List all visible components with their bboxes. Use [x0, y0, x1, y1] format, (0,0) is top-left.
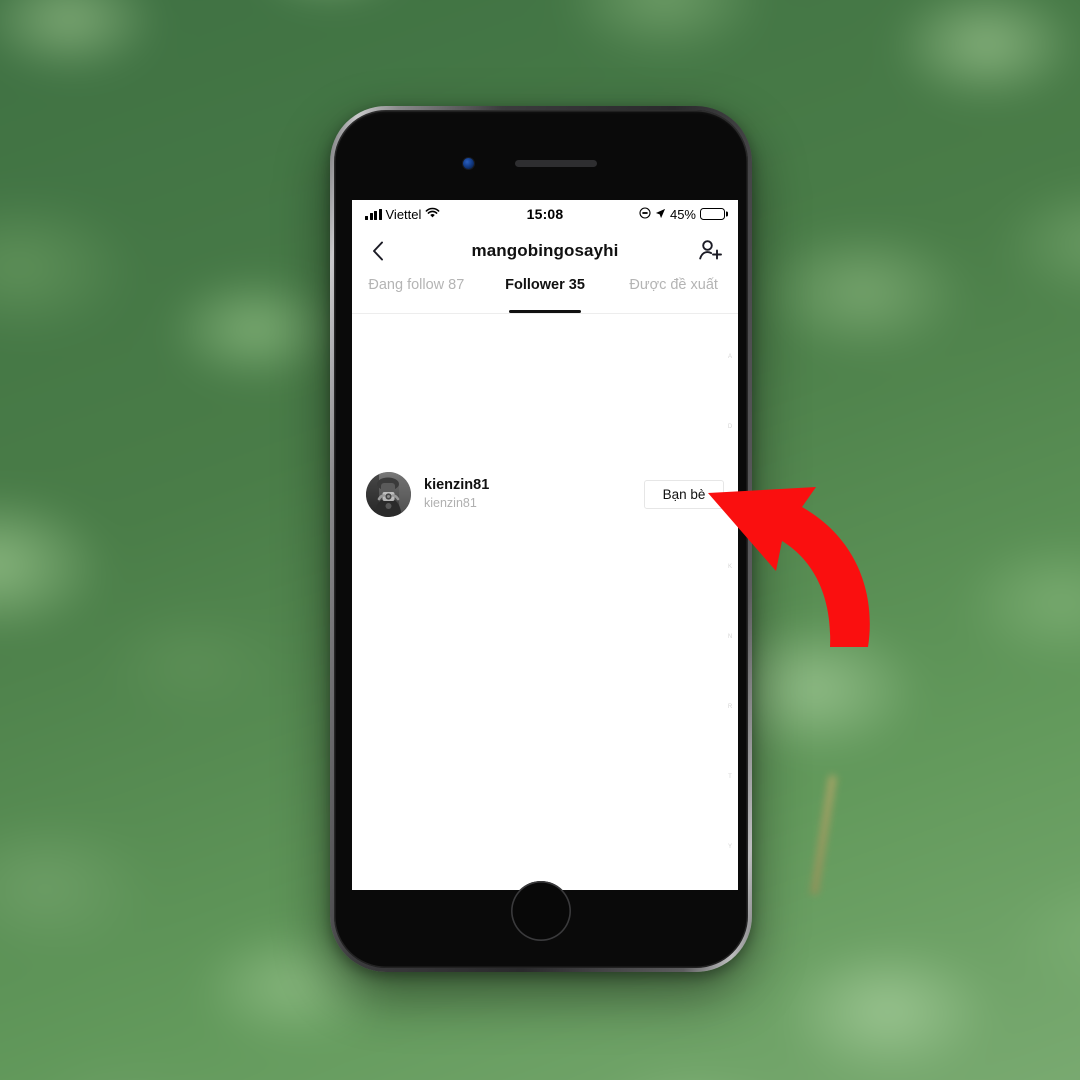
- avatar[interactable]: [366, 471, 411, 517]
- list-top-spacer: [352, 314, 738, 461]
- phone-screen: Viettel 15:08 45% mangobingosayhi Đang f…: [352, 200, 738, 890]
- index-letter[interactable]: N: [728, 634, 732, 640]
- wifi-icon: [425, 207, 440, 222]
- alphabet-index-scrubber[interactable]: A D H K N R T Y: [725, 322, 735, 882]
- front-camera-lens-icon: [463, 158, 474, 169]
- tab-bar: Đang follow 87 Follower 35 Được đề xuất: [352, 274, 738, 314]
- index-letter[interactable]: D: [728, 424, 732, 430]
- add-person-icon[interactable]: [696, 237, 724, 265]
- index-letter[interactable]: R: [728, 704, 732, 710]
- low-power-mode-icon: [639, 206, 651, 222]
- battery-icon: [700, 208, 725, 220]
- index-letter[interactable]: H: [728, 494, 732, 500]
- status-bar-clock: 15:08: [526, 206, 564, 222]
- home-button[interactable]: [511, 881, 571, 941]
- battery-percent-label: 45%: [669, 206, 696, 222]
- index-letter[interactable]: A: [728, 354, 732, 360]
- index-letter[interactable]: T: [728, 774, 732, 780]
- table-row[interactable]: kienzin81 kienzin81 Bạn bè: [352, 461, 738, 527]
- user-display-name: kienzin81: [424, 477, 490, 493]
- tab-suggested[interactable]: Được đề xuất: [609, 274, 738, 313]
- cellular-signal-icon: [365, 208, 382, 220]
- speaker-grille-icon: [515, 160, 597, 167]
- status-bar-right: 45%: [563, 207, 725, 222]
- index-letter[interactable]: K: [728, 564, 732, 570]
- index-letter[interactable]: Y: [728, 844, 732, 850]
- page-title: mangobingosayhi: [471, 241, 619, 260]
- carrier-label: Viettel: [385, 206, 422, 222]
- location-arrow-icon: [655, 207, 666, 222]
- user-meta: kienzin81 kienzin81: [424, 476, 644, 512]
- user-handle: kienzin81: [424, 496, 477, 511]
- nav-header: mangobingosayhi: [352, 228, 738, 274]
- follower-list: kienzin81 kienzin81 Bạn bè A D H K N R T…: [352, 314, 738, 890]
- friend-status-button[interactable]: Bạn bè: [644, 479, 724, 509]
- phone-body: Viettel 15:08 45% mangobingosayhi Đang f…: [334, 110, 748, 968]
- iphone-device: Viettel 15:08 45% mangobingosayhi Đang f…: [330, 106, 752, 972]
- status-bar-left: Viettel: [365, 207, 527, 222]
- status-bar: Viettel 15:08 45%: [352, 200, 738, 228]
- tab-followers[interactable]: Follower 35: [481, 274, 610, 313]
- back-chevron-icon[interactable]: [366, 238, 392, 264]
- tab-following[interactable]: Đang follow 87: [352, 274, 481, 313]
